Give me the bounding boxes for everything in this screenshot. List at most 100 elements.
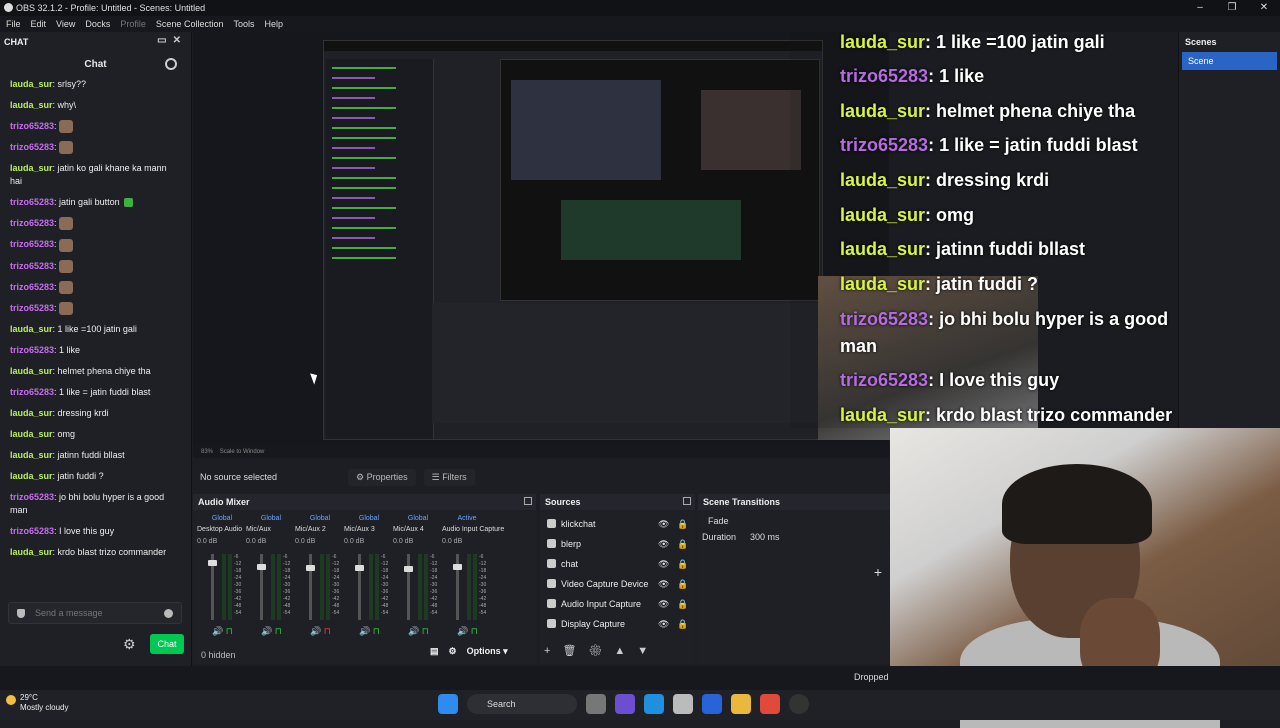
transition-type-select[interactable]: Fade [698, 510, 890, 532]
options-button[interactable]: Options [467, 646, 501, 656]
volume-slider[interactable] [358, 554, 361, 620]
chat-username[interactable]: trizo65283 [10, 492, 54, 502]
windows-start-icon[interactable] [438, 694, 458, 714]
move-down-icon[interactable]: ▼ [637, 645, 660, 657]
channel-name[interactable]: Mic/Aux 3 [344, 524, 394, 536]
move-up-icon[interactable]: ▲ [614, 645, 637, 657]
channel-name[interactable]: Desktop Audio [197, 524, 247, 536]
mute-icon[interactable]: 🔊 [261, 626, 272, 636]
channel-name[interactable]: Mic/Aux [246, 524, 296, 536]
menu-file[interactable]: File [6, 19, 21, 29]
menu-scene-collection[interactable]: Scene Collection [156, 19, 224, 29]
chat-username[interactable]: trizo65283 [10, 218, 54, 228]
visibility-eye-icon[interactable]: 👁 [658, 554, 669, 574]
lock-icon[interactable]: 🔒 [677, 554, 688, 574]
zoom-level[interactable]: 83% [201, 449, 213, 455]
chrome-icon[interactable] [760, 694, 780, 714]
visibility-eye-icon[interactable]: 👁 [658, 574, 669, 594]
taskbar-search[interactable]: Search [467, 694, 577, 714]
source-name[interactable]: klickchat [561, 519, 596, 529]
menu-edit[interactable]: Edit [31, 19, 47, 29]
menu-help[interactable]: Help [264, 19, 283, 29]
preview-canvas[interactable] [193, 32, 889, 446]
lock-icon[interactable]: 🔒 [677, 594, 688, 614]
menu-profile[interactable]: Profile [120, 19, 146, 29]
edge-icon[interactable] [644, 694, 664, 714]
chat-send-button[interactable]: Chat [150, 634, 184, 654]
menu-tools[interactable]: Tools [233, 19, 254, 29]
lock-icon[interactable]: 🔒 [677, 514, 688, 534]
layout-icon[interactable]: ▤ [430, 646, 439, 656]
channel-name[interactable]: Mic/Aux 4 [393, 524, 443, 536]
volume-knob[interactable] [257, 564, 266, 570]
send-message-box[interactable] [8, 602, 182, 624]
chat-username[interactable]: lauda_sur [10, 100, 53, 110]
chat-username[interactable]: trizo65283 [10, 282, 54, 292]
duration-input[interactable]: 300 ms [750, 532, 780, 542]
chat-settings-icon[interactable]: ⚙ [123, 636, 136, 653]
chat-username[interactable]: trizo65283 [10, 197, 54, 207]
mute-icon[interactable]: 🔊 [457, 626, 468, 636]
monitor-icon[interactable]: ⊓ [324, 626, 331, 636]
source-name[interactable]: Display Capture [561, 619, 625, 629]
chat-username[interactable]: trizo65283 [10, 526, 54, 536]
source-item[interactable]: blerp 👁 🔒 [540, 534, 695, 554]
source-item[interactable]: Display Capture 👁 🔒 [540, 614, 695, 634]
source-name[interactable]: chat [561, 559, 578, 569]
visibility-eye-icon[interactable]: 👁 [658, 594, 669, 614]
scene-item[interactable]: Scene [1182, 52, 1277, 70]
maximize-icon[interactable]: ❐ [1216, 0, 1248, 16]
menu-view[interactable]: View [56, 19, 75, 29]
scale-mode[interactable]: Scale to Window [220, 449, 265, 455]
store-icon[interactable] [673, 694, 693, 714]
remove-source-icon[interactable]: 🗑 [562, 645, 588, 657]
add-source-icon[interactable]: + [544, 645, 562, 657]
chat-username[interactable]: trizo65283 [10, 345, 54, 355]
volume-slider[interactable] [309, 554, 312, 620]
source-item[interactable]: klickchat 👁 🔒 [540, 514, 695, 534]
volume-knob[interactable] [306, 565, 315, 571]
close-icon[interactable]: ✕ [1248, 0, 1280, 16]
channel-name[interactable]: Audio Input Capture [442, 524, 504, 536]
emote-picker-icon[interactable] [164, 609, 173, 618]
volume-slider[interactable] [407, 554, 410, 620]
chat-username[interactable]: lauda_sur [10, 79, 53, 89]
chat-username[interactable]: lauda_sur [10, 366, 53, 376]
chat-username[interactable]: lauda_sur [10, 429, 53, 439]
source-name[interactable]: blerp [561, 539, 581, 549]
volume-knob[interactable] [208, 560, 217, 566]
teams-icon[interactable] [615, 694, 635, 714]
chat-username[interactable]: lauda_sur [10, 450, 53, 460]
mute-icon[interactable]: 🔊 [310, 626, 321, 636]
minimize-icon[interactable]: – [1184, 0, 1216, 16]
monitor-icon[interactable]: ⊓ [275, 626, 282, 636]
volume-knob[interactable] [404, 566, 413, 572]
chat-username[interactable]: lauda_sur [10, 547, 53, 557]
obs-taskbar-icon[interactable] [789, 694, 809, 714]
dock-popout-icon[interactable] [683, 497, 691, 505]
monitor-icon[interactable]: ⊓ [422, 626, 429, 636]
dock-buttons[interactable]: ▭✕ [157, 35, 187, 46]
filters-button[interactable]: ☰ Filters [423, 468, 475, 486]
mute-icon[interactable]: 🔊 [408, 626, 419, 636]
chat-username[interactable]: trizo65283 [10, 239, 54, 249]
chat-username[interactable]: lauda_sur [10, 163, 53, 173]
chat-users-icon[interactable] [165, 58, 177, 70]
source-name[interactable]: Video Capture Device [561, 579, 648, 589]
chat-username[interactable]: trizo65283 [10, 261, 54, 271]
mute-icon[interactable]: 🔊 [212, 626, 223, 636]
chat-username[interactable]: trizo65283 [10, 387, 54, 397]
properties-button[interactable]: ⚙ Properties [348, 468, 416, 486]
chat-username[interactable]: lauda_sur [10, 471, 53, 481]
source-name[interactable]: Audio Input Capture [561, 599, 641, 609]
lock-icon[interactable]: 🔒 [677, 574, 688, 594]
lock-icon[interactable]: 🔒 [677, 614, 688, 634]
link-icon[interactable]: ⚙ [449, 646, 457, 656]
chat-username[interactable]: lauda_sur [10, 408, 53, 418]
volume-knob[interactable] [453, 564, 462, 570]
chat-username[interactable]: trizo65283 [10, 142, 54, 152]
mute-icon[interactable]: 🔊 [359, 626, 370, 636]
task-view-icon[interactable] [586, 694, 606, 714]
monitor-icon[interactable]: ⊓ [226, 626, 233, 636]
volume-knob[interactable] [355, 565, 364, 571]
